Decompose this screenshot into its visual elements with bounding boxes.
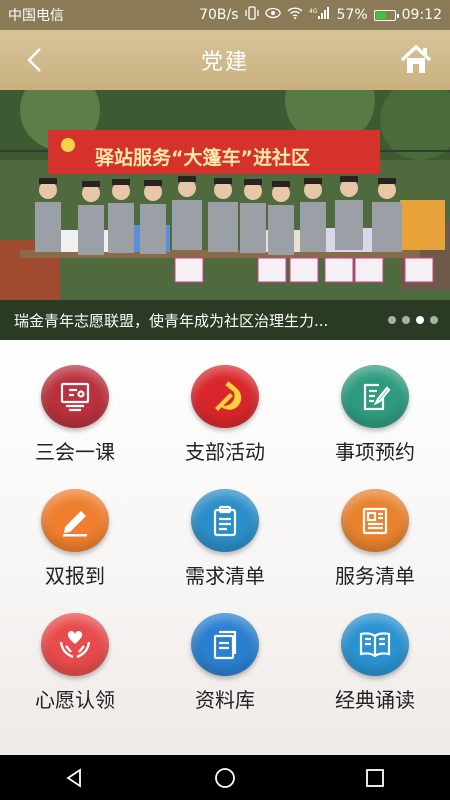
home-button[interactable] <box>398 42 434 78</box>
tile-icon-circle <box>341 489 409 552</box>
photo-carousel[interactable]: 驿站服务“大篷车”进社区 瑞金青年志愿联盟，使青年成为社区治理生力... <box>0 90 450 340</box>
tile-label: 经典诵读 <box>335 688 415 712</box>
tile-appointment[interactable]: 事项预约 <box>300 365 450 465</box>
network-speed: 70B/s <box>199 7 239 23</box>
home-icon <box>400 45 432 73</box>
nav-home-button[interactable] <box>205 758 245 798</box>
app-header: 党建 <box>0 30 450 90</box>
tile-icon-circle <box>41 489 109 552</box>
tile-library[interactable]: 资料库 <box>150 613 300 713</box>
tile-double-report[interactable]: 双报到 <box>0 489 150 589</box>
tile-label: 资料库 <box>195 688 255 712</box>
system-nav-bar <box>0 755 450 800</box>
pencil-sign-icon <box>63 510 87 536</box>
tile-label: 需求清单 <box>185 564 265 588</box>
eye-icon <box>264 7 281 23</box>
tile-icon-circle <box>191 365 259 428</box>
chevron-left-icon <box>27 48 41 72</box>
tile-icon-circle <box>341 365 409 428</box>
tile-icon-circle <box>41 365 109 428</box>
tile-demand-list[interactable]: 需求清单 <box>150 489 300 589</box>
triangle-back-icon <box>66 767 81 788</box>
carousel-dot[interactable] <box>430 316 438 324</box>
tile-label: 心愿认领 <box>35 688 115 712</box>
vibrate-icon <box>244 6 259 24</box>
tile-label: 事项预约 <box>335 440 415 464</box>
tile-icon-circle <box>341 613 409 676</box>
tile-label: 支部活动 <box>185 440 265 464</box>
back-button[interactable] <box>18 44 50 76</box>
banner-sign-text: 驿站服务“大篷车”进社区 <box>95 146 310 169</box>
open-book-icon <box>359 631 391 657</box>
tile-three-meetings[interactable]: 三会一课 <box>0 365 150 465</box>
circle-home-icon <box>215 767 235 788</box>
nav-back-button[interactable] <box>55 758 95 798</box>
tile-icon-circle <box>41 613 109 676</box>
cell-signal-icon: 4G <box>309 6 331 24</box>
clock: 09:12 <box>401 7 442 23</box>
clipboard-icon <box>213 505 237 536</box>
carrier-label: 中国电信 <box>8 8 64 24</box>
carousel-caption: 瑞金青年志愿联盟，使青年成为社区治理生力... <box>0 300 450 340</box>
battery-percent: 57% <box>336 7 368 23</box>
tile-label: 三会一课 <box>35 440 115 464</box>
tile-classic-reading[interactable]: 经典诵读 <box>300 613 450 713</box>
status-right: 70B/s 4G 57% 09:12 <box>199 6 442 24</box>
party-emblem-icon <box>215 380 242 411</box>
tile-label: 双报到 <box>45 564 105 588</box>
status-bar: 中国电信 70B/s 4G 57% 09:12 <box>0 0 450 30</box>
document-edit-icon <box>363 383 391 410</box>
caption-text: 瑞金青年志愿联盟，使青年成为社区治理生力... <box>14 311 329 330</box>
tile-wish-claim[interactable]: 心愿认领 <box>0 613 150 713</box>
newspaper-icon <box>362 507 388 534</box>
books-icon <box>213 630 237 659</box>
carousel-dot[interactable] <box>388 316 396 324</box>
carousel-dot-active[interactable] <box>416 316 424 324</box>
carousel-dot[interactable] <box>402 316 410 324</box>
function-grid: 三会一课 支部活动 事项预约 双报到 需求清单 服务清单 心愿认领 资料库 经典… <box>0 365 450 713</box>
square-recents-icon <box>366 768 384 787</box>
heart-hands-icon <box>59 630 91 658</box>
tile-icon-circle <box>191 489 259 552</box>
function-grid-area: 三会一课 支部活动 事项预约 双报到 需求清单 服务清单 心愿认领 资料库 经典… <box>0 340 450 755</box>
battery-icon <box>373 9 399 21</box>
tile-service-list[interactable]: 服务清单 <box>300 489 450 589</box>
meeting-screen-icon <box>60 382 90 411</box>
nav-recents-button[interactable] <box>355 758 395 798</box>
wifi-icon <box>287 7 303 23</box>
carousel-indicator <box>388 316 450 324</box>
tile-icon-circle <box>191 613 259 676</box>
tile-label: 服务清单 <box>335 564 415 588</box>
svg-text:4G: 4G <box>309 8 318 15</box>
page-title: 党建 <box>200 50 249 75</box>
tile-branch-activities[interactable]: 支部活动 <box>150 365 300 465</box>
